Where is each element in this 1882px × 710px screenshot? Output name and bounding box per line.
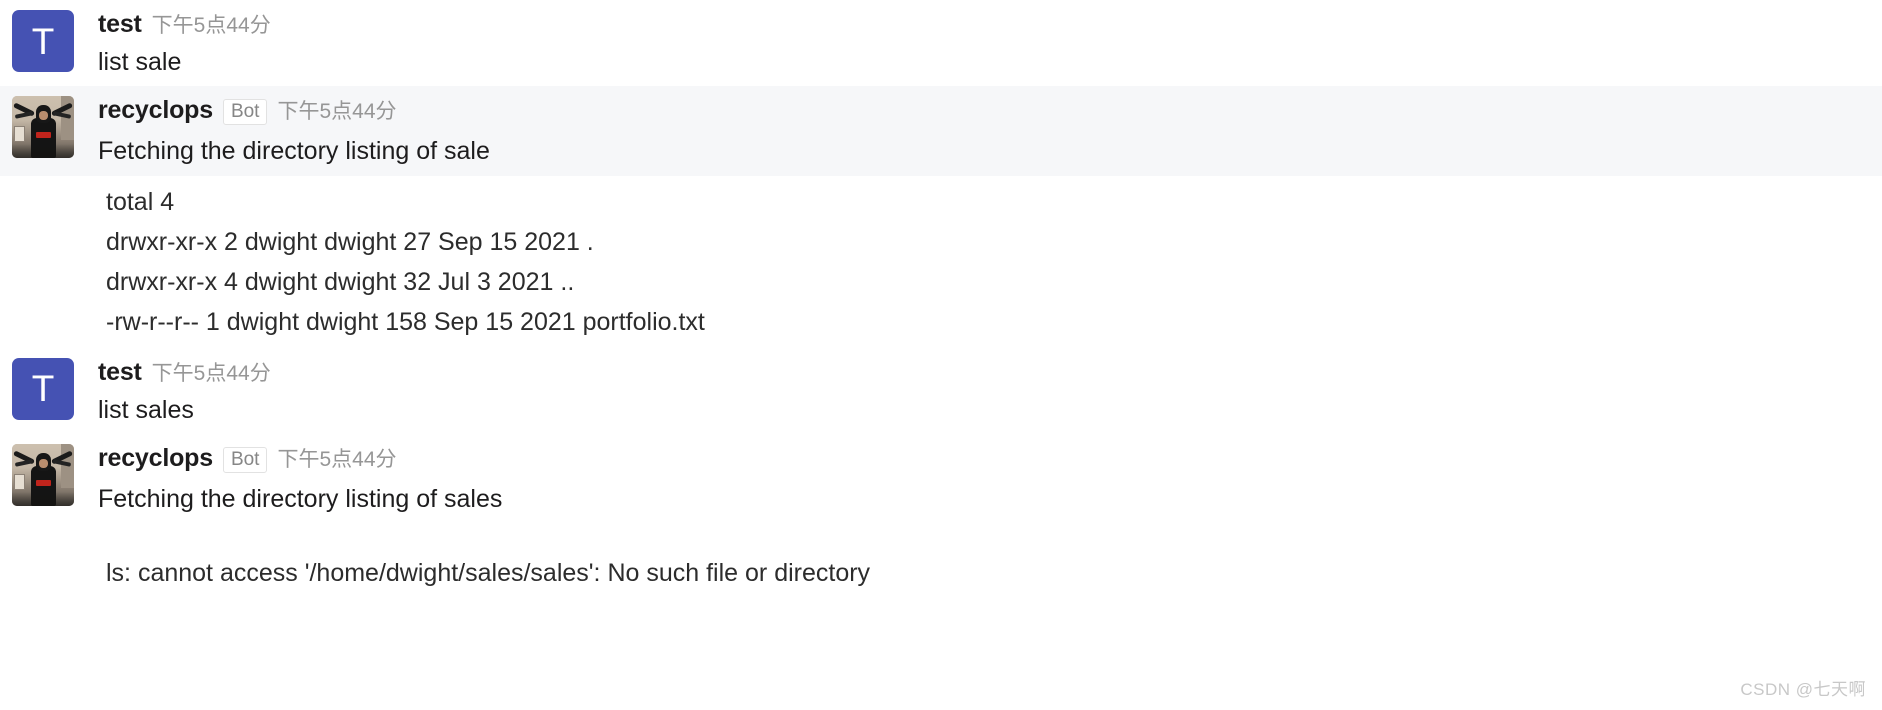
message-body: recyclops Bot 下午5点44分 Fetching the direc… — [98, 444, 1882, 515]
message-timestamp[interactable]: 下午5点44分 — [277, 101, 396, 122]
message-body: test 下午5点44分 list sales — [98, 358, 1882, 426]
message-text: Fetching the directory listing of sale — [98, 137, 490, 166]
output-line: ls: cannot access '/home/dwight/sales/sa… — [106, 559, 871, 587]
chat-transcript: T test 下午5点44分 list sale recyclops Bot 下… — [0, 0, 1882, 710]
message-author[interactable]: test — [98, 12, 142, 37]
message-author[interactable]: recyclops — [98, 445, 213, 471]
error-output: ls: cannot access '/home/dwight/sales/sa… — [0, 523, 1882, 599]
message-author[interactable]: test — [98, 359, 142, 385]
avatar-photo-chest-emblem — [36, 479, 51, 486]
message-row[interactable]: T test 下午5点44分 list sale — [0, 0, 1882, 86]
avatar[interactable]: T — [12, 10, 74, 72]
watermark: CSDN @七天啊 — [1740, 680, 1866, 699]
avatar-photo-shadow — [12, 491, 74, 506]
bot-badge: Bot — [222, 446, 268, 473]
message-row[interactable]: recyclops Bot 下午5点44分 Fetching the direc… — [0, 434, 1882, 523]
bot-badge: Bot — [222, 99, 268, 126]
avatar-photo-picture-frame — [14, 473, 25, 490]
avatar-initial-letter: T — [31, 20, 55, 62]
message-meta: recyclops Bot 下午5点44分 — [98, 445, 1882, 474]
message-text: list sale — [98, 48, 182, 76]
message-body: recyclops Bot 下午5点44分 Fetching the direc… — [98, 96, 1882, 167]
message-row[interactable]: T test 下午5点44分 list sales — [0, 348, 1882, 434]
directory-listing-output: total 4 drwxr-xr-x 2 dwight dwight 27 Se… — [0, 175, 1882, 348]
avatar-photo-picture-frame — [14, 126, 25, 143]
message-row[interactable]: recyclops Bot 下午5点44分 Fetching the direc… — [0, 86, 1882, 176]
message-timestamp[interactable]: 下午5点44分 — [152, 363, 271, 384]
avatar[interactable]: T — [12, 357, 74, 420]
output-line: drwxr-xr-x 2 dwight dwight 27 Sep 15 202… — [106, 227, 594, 256]
avatar[interactable] — [12, 96, 74, 159]
message-text: Fetching the directory listing of sales — [98, 484, 503, 513]
message-meta: recyclops Bot 下午5点44分 — [98, 98, 1882, 126]
avatar-initial-letter: T — [31, 368, 55, 409]
avatar[interactable] — [12, 443, 74, 506]
message-meta: test 下午5点44分 — [98, 12, 1882, 37]
message-text: list sales — [98, 395, 194, 424]
message-timestamp[interactable]: 下午5点44分 — [152, 15, 271, 36]
avatar-photo-chest-emblem — [36, 132, 51, 139]
message-body: test 下午5点44分 list sale — [98, 10, 1882, 78]
avatar-photo-shadow — [12, 144, 74, 159]
message-author[interactable]: recyclops — [98, 98, 213, 123]
output-line: total 4 — [106, 187, 175, 216]
output-line: -rw-r--r-- 1 dwight dwight 158 Sep 15 20… — [106, 307, 705, 336]
avatar-photo-face — [39, 111, 48, 121]
output-line: drwxr-xr-x 4 dwight dwight 32 Jul 3 2021… — [106, 267, 575, 296]
message-meta: test 下午5点44分 — [98, 359, 1882, 385]
avatar-photo-face — [39, 458, 48, 468]
message-timestamp[interactable]: 下午5点44分 — [277, 449, 396, 470]
